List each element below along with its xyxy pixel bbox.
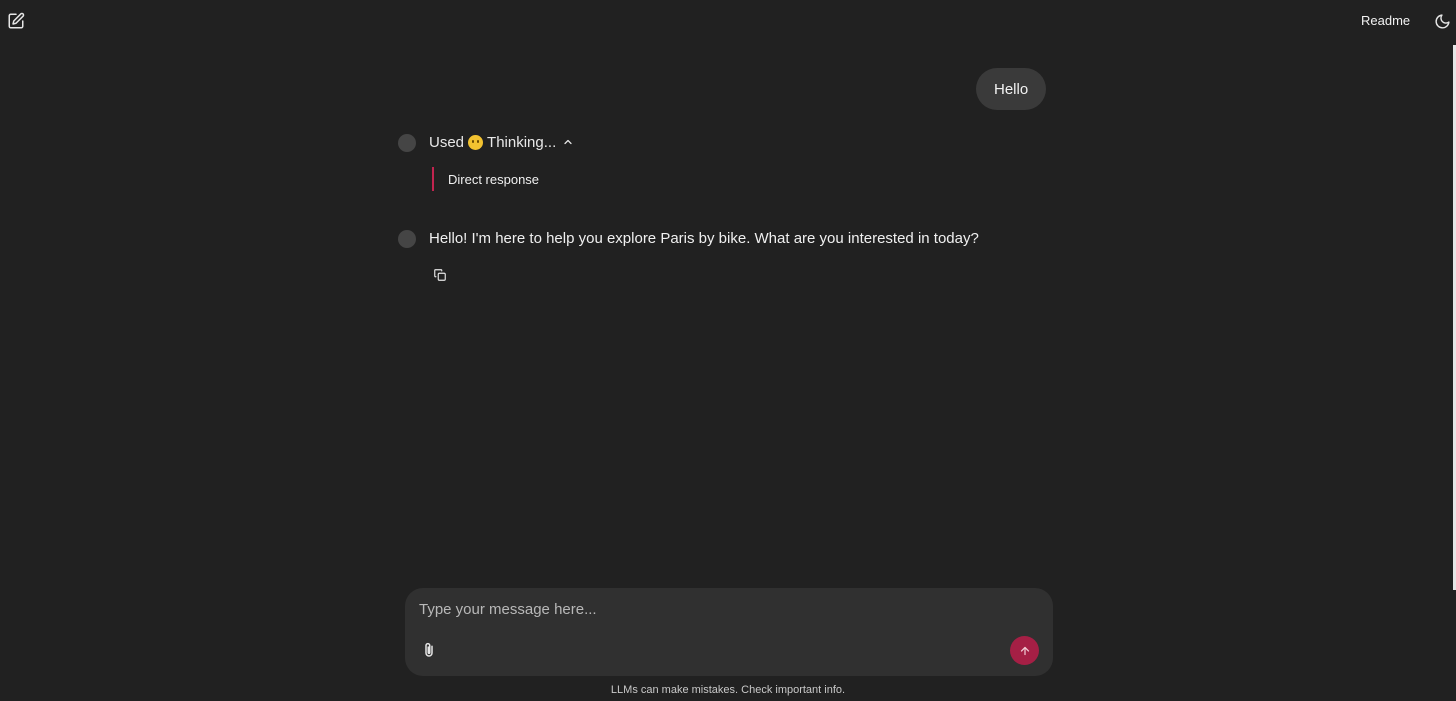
- tool-name: Thinking...: [487, 133, 557, 151]
- moon-icon: [1435, 13, 1450, 28]
- attach-button[interactable]: [419, 639, 439, 661]
- assistant-avatar: [398, 134, 416, 152]
- tool-usage-toggle[interactable]: Used Thinking...: [429, 132, 574, 152]
- copy-button[interactable]: [431, 266, 449, 284]
- arrow-up-icon: [1020, 646, 1029, 655]
- assistant-avatar: [398, 230, 416, 248]
- new-chat-button[interactable]: [5, 10, 27, 32]
- readme-link[interactable]: Readme: [1361, 13, 1410, 28]
- user-message-bubble: Hello: [976, 68, 1047, 110]
- user-message-text: Hello: [994, 80, 1029, 98]
- disclaimer-text: LLMs can make mistakes. Check important …: [610, 684, 846, 696]
- tool-detail-text: Direct response: [448, 171, 540, 187]
- copy-icon: [434, 269, 446, 281]
- edit-square-icon: [8, 12, 25, 29]
- thinking-face-emoji-icon: [468, 134, 484, 150]
- message-composer: [405, 588, 1053, 676]
- tool-detail: Direct response: [432, 167, 539, 191]
- paperclip-icon: [425, 642, 433, 657]
- assistant-message-text: Hello! I'm here to help you explore Pari…: [429, 230, 979, 247]
- send-button[interactable]: [1010, 636, 1039, 665]
- tool-used-label: Used: [429, 133, 465, 151]
- theme-toggle-button[interactable]: [1431, 10, 1453, 32]
- chevron-up-icon: [562, 136, 574, 148]
- message-input[interactable]: [419, 598, 1019, 620]
- chat-page: Readme Hello Used Thinking... Direct res…: [0, 0, 1456, 701]
